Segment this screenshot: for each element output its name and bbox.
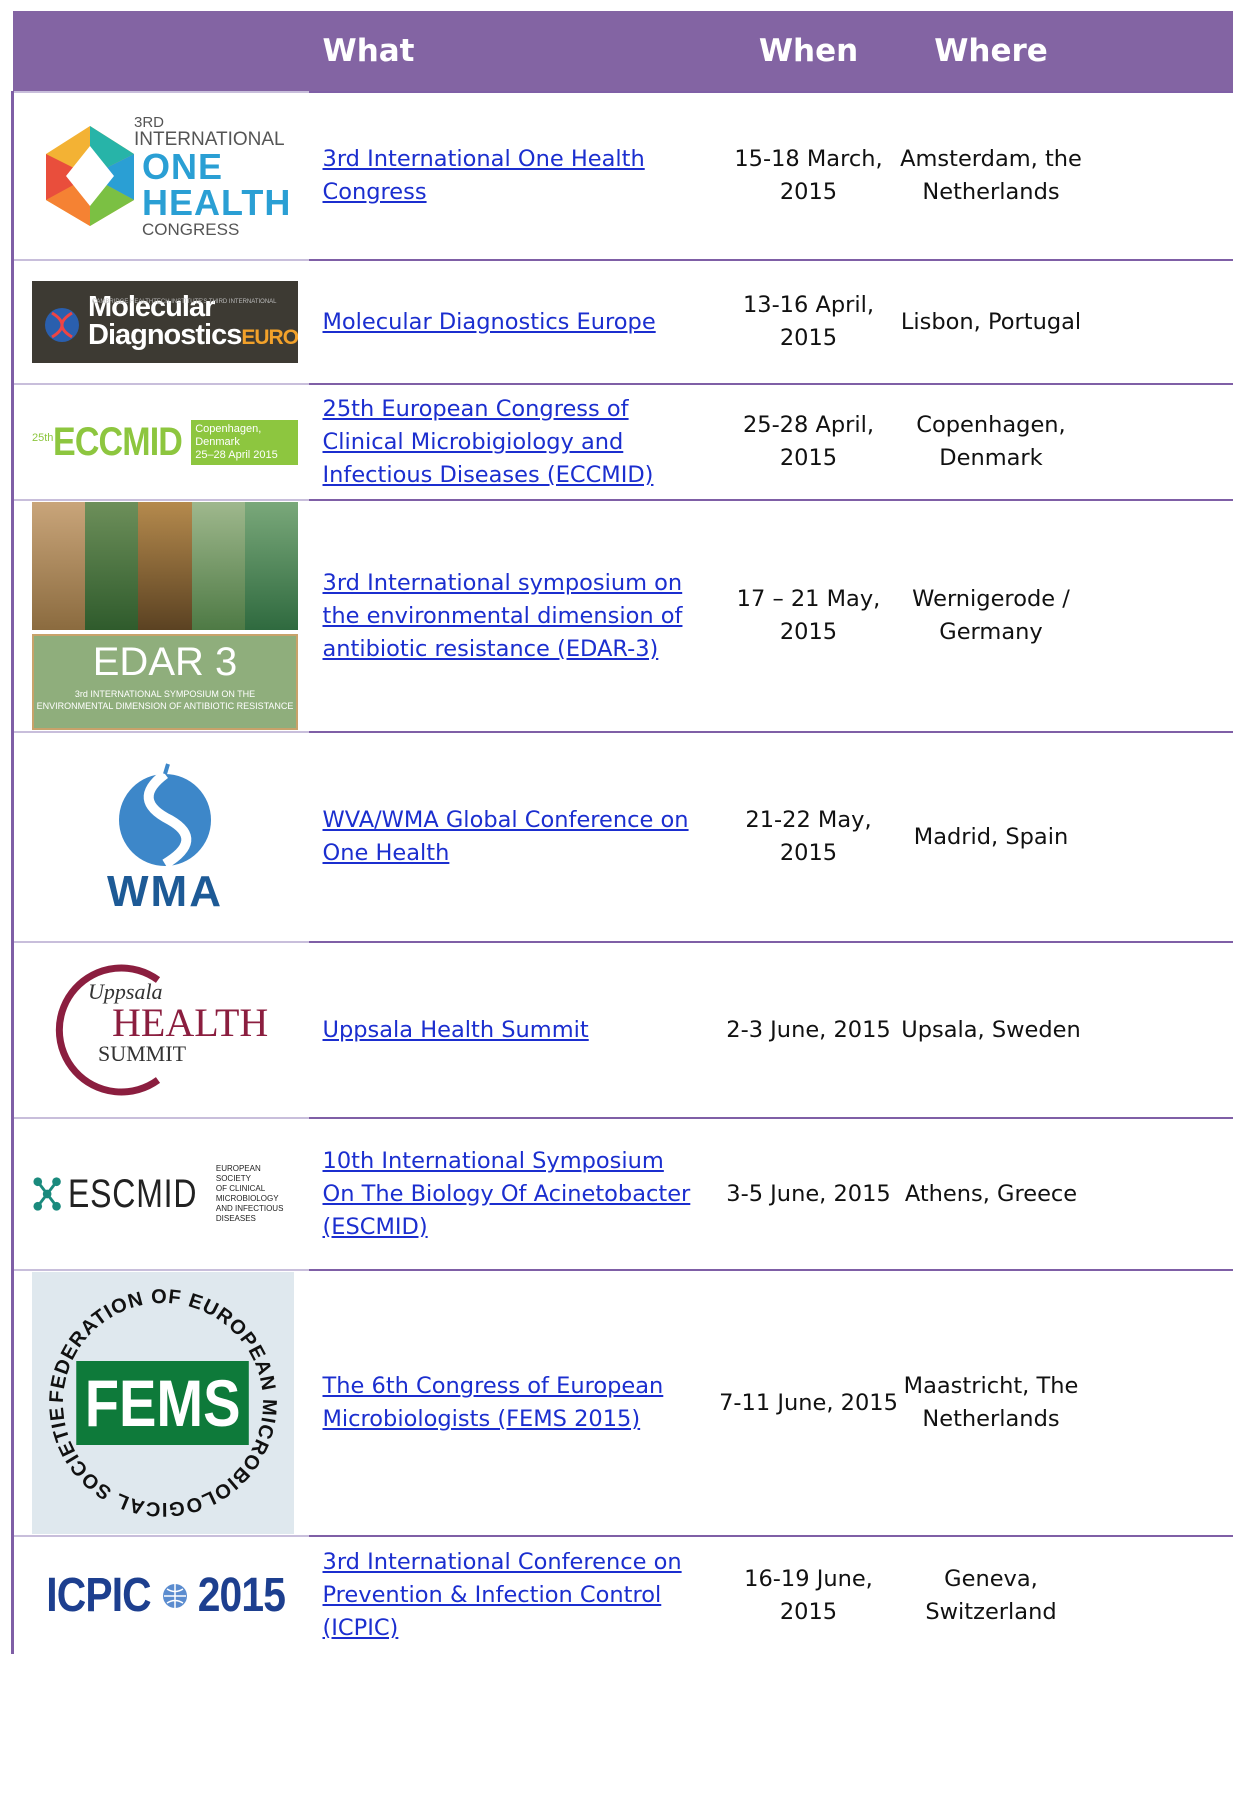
event-date: 13-16 April, 2015 [718,259,899,384]
table-row: FEDERATION OF EUROPEAN MICROBIOLOGICAL S… [11,1269,1233,1536]
event-link[interactable]: 3rd International Conference on Preventi… [323,1549,682,1641]
table-row: Uppsala HEALTH SUMMIT Uppsala Health Sum… [11,941,1233,1118]
event-location: Geneva, Switzerland [898,1535,1084,1654]
escmid-molecule-icon [33,1177,61,1211]
table-row: 3RD INTERNATIONAL ONE HEALTH CONGRESS 3r… [11,91,1233,260]
header-when: When [718,11,899,92]
globe-icon [163,1583,188,1608]
event-link[interactable]: The 6th Congress of European Microbiolog… [323,1373,664,1432]
event-date: 17 – 21 May, 2015 [718,499,899,732]
logo-text: ESCMID [68,1171,198,1216]
event-link[interactable]: 3rd International symposium on the envir… [323,570,683,662]
logo-text: Diagnostics [88,318,242,351]
event-location: Copenhagen, Denmark [898,383,1084,500]
table-row: 25th ECCMID Copenhagen, Denmark 25–28 Ap… [11,383,1233,500]
event-location: Maastricht, The Netherlands [898,1269,1084,1536]
logo-text: ONE [142,145,224,187]
table-header-row: What When Where [12,11,1233,92]
header-logo [12,11,309,92]
logo-text: AND INFECTIOUS DISEASES [215,1204,284,1223]
logo-cell: EDAR 3 3rd INTERNATIONAL SYMPOSIUM ON TH… [11,499,309,732]
fems-logo: FEDERATION OF EUROPEAN MICROBIOLOGICAL S… [32,1272,294,1534]
event-location: Amsterdam, the Netherlands [898,91,1084,260]
table-row: ICPIC 2015 3rd International Conference … [11,1535,1233,1654]
event-link[interactable]: 10th International Symposium On The Biol… [323,1148,691,1240]
molecular-diagnostics-logo: CAMBRIDGE HEALTHTECH INSTITUTE'S THIRD I… [32,281,298,363]
logo-text: 2015 [197,1569,286,1622]
one-health-logo: 3RD INTERNATIONAL ONE HEALTH CONGRESS [32,101,302,251]
escmid-logo: ESCMID EUROPEAN SOCIETY OF CLINICAL MICR… [32,1159,298,1229]
event-date: 21-22 May, 2015 [718,731,899,942]
event-link[interactable]: 3rd International One Health Congress [323,146,645,205]
eccmid-logo: 25th ECCMID Copenhagen, Denmark 25–28 Ap… [32,412,298,472]
table-row: CAMBRIDGE HEALTHTECH INSTITUTE'S THIRD I… [11,259,1233,384]
logo-text: OF CLINICAL MICROBIOLOGY [215,1184,279,1203]
logo-text: FEMS [76,1361,250,1445]
logo-cell: 25th ECCMID Copenhagen, Denmark 25–28 Ap… [11,383,309,500]
event-location: Upsala, Sweden [898,941,1084,1118]
logo-cell: Uppsala HEALTH SUMMIT [11,941,309,1118]
event-date: 3-5 June, 2015 [718,1117,899,1270]
wma-logo: WMA [32,742,298,932]
logo-text: ECCMID [53,419,183,464]
event-location: Wernigerode / Germany [898,499,1084,732]
logo-text: EDAR 3 [92,639,238,684]
events-table: What When Where 3RD INTERNATIONAL ONE HE… [11,11,1233,1654]
logo-text: 3rd INTERNATIONAL SYMPOSIUM ON THE [74,688,256,699]
logo-text: 25–28 April 2015 [195,448,278,461]
logo-text: EUROPEAN SOCIETY [215,1164,261,1183]
logo-text: ICPIC [46,1569,151,1622]
logo-cell: CAMBRIDGE HEALTHTECH INSTITUTE'S THIRD I… [11,259,309,384]
edar-logo: EDAR 3 3rd INTERNATIONAL SYMPOSIUM ON TH… [32,502,298,730]
event-link[interactable]: WVA/WMA Global Conference on One Health [323,807,689,866]
header-where: Where [898,11,1084,92]
logo-text: HEALTH [112,1000,269,1045]
event-date: 25-28 April, 2015 [718,383,899,500]
event-link[interactable]: Uppsala Health Summit [323,1017,589,1043]
one-health-diamond-icon [46,126,134,226]
logo-cell: ESCMID EUROPEAN SOCIETY OF CLINICAL MICR… [11,1117,309,1270]
logo-cell: WMA [11,731,309,942]
logo-cell: ICPIC 2015 [11,1535,309,1654]
event-date: 16-19 June, 2015 [718,1535,899,1654]
logo-text: HEALTH [142,181,292,223]
edar-photo-strip [32,502,298,630]
event-location: Lisbon, Portugal [898,259,1084,384]
event-location: Athens, Greece [898,1117,1084,1270]
logo-text: Copenhagen, Denmark [195,422,262,448]
logo-text: SUMMIT [98,1041,187,1066]
logo-text: 25th [32,432,54,444]
logo-text: CAMBRIDGE HEALTHTECH INSTITUTE'S THIRD I… [92,299,277,305]
logo-text: EUROPE [241,325,298,349]
table-row: EDAR 3 3rd INTERNATIONAL SYMPOSIUM ON TH… [11,499,1233,732]
dna-globe-icon [45,308,79,342]
event-link[interactable]: 25th European Congress of Clinical Micro… [323,396,654,488]
header-spacer [1083,11,1233,92]
event-date: 7-11 June, 2015 [718,1269,899,1536]
header-what: What [308,11,719,92]
logo-text: CONGRESS [142,219,240,239]
logo-text: WMA [107,867,223,916]
logo-text: ENVIRONMENTAL DIMENSION OF ANTIBIOTIC RE… [36,700,294,711]
event-date: 2-3 June, 2015 [718,941,899,1118]
wma-globe-icon [119,763,211,869]
logo-text: 3RD [134,113,165,131]
table-row: ESCMID EUROPEAN SOCIETY OF CLINICAL MICR… [11,1117,1233,1270]
table-row: WMA WVA/WMA Global Conference on One Hea… [11,731,1233,942]
event-link[interactable]: Molecular Diagnostics Europe [323,309,656,335]
icpic-logo: ICPIC 2015 [32,1556,298,1636]
event-date: 15-18 March, 2015 [718,91,899,260]
logo-cell: 3RD INTERNATIONAL ONE HEALTH CONGRESS [11,91,309,260]
logo-cell: FEDERATION OF EUROPEAN MICROBIOLOGICAL S… [11,1269,309,1536]
event-location: Madrid, Spain [898,731,1084,942]
uppsala-health-summit-logo: Uppsala HEALTH SUMMIT [32,955,298,1105]
